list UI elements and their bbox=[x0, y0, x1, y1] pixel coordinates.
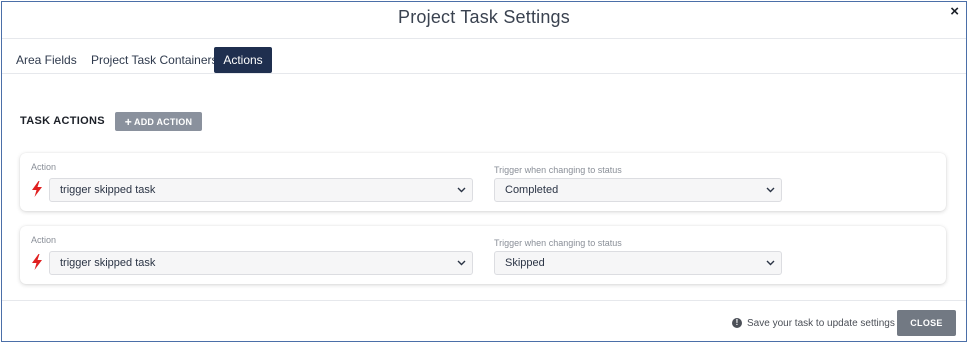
action-label: Action bbox=[31, 162, 57, 172]
tab-area-fields[interactable]: Area Fields bbox=[16, 48, 77, 73]
info-icon: ! bbox=[732, 318, 742, 328]
modal-footer: ! Save your task to update settings CLOS… bbox=[2, 300, 966, 343]
lightning-bolt-icon bbox=[32, 181, 42, 197]
chevron-down-icon bbox=[457, 260, 466, 266]
settings-modal: Project Task Settings × Area Fields Proj… bbox=[1, 1, 967, 342]
close-button[interactable]: CLOSE bbox=[897, 310, 956, 336]
action-card: Action trigger skipped task Trigger when… bbox=[20, 226, 946, 284]
action-select-value: trigger skipped task bbox=[60, 257, 156, 269]
action-select[interactable]: trigger skipped task bbox=[49, 178, 473, 202]
chevron-down-icon bbox=[766, 260, 775, 266]
action-select-value: trigger skipped task bbox=[60, 184, 156, 196]
trigger-select-value: Skipped bbox=[505, 257, 545, 269]
add-action-button[interactable]: + ADD ACTION bbox=[115, 112, 202, 131]
tab-actions[interactable]: Actions bbox=[214, 47, 272, 73]
trigger-select-value: Completed bbox=[505, 184, 559, 196]
lightning-bolt-icon bbox=[32, 254, 42, 270]
plus-icon: + bbox=[124, 115, 133, 129]
trigger-label: Trigger when changing to status bbox=[494, 165, 622, 175]
save-note: Save your task to update settings bbox=[747, 318, 895, 329]
tab-project-task-containers[interactable]: Project Task Containers bbox=[91, 48, 218, 73]
action-select[interactable]: trigger skipped task bbox=[49, 251, 473, 275]
chevron-down-icon bbox=[766, 187, 775, 193]
action-card: Action trigger skipped task Trigger when… bbox=[20, 153, 946, 211]
trigger-status-select[interactable]: Skipped bbox=[494, 251, 782, 275]
modal-title: Project Task Settings bbox=[398, 7, 570, 27]
add-action-label: ADD ACTION bbox=[134, 117, 193, 127]
chevron-down-icon bbox=[457, 187, 466, 193]
close-icon[interactable]: × bbox=[950, 4, 959, 20]
section-title: TASK ACTIONS bbox=[20, 115, 105, 127]
modal-header: Project Task Settings × bbox=[2, 2, 966, 39]
trigger-label: Trigger when changing to status bbox=[494, 238, 622, 248]
tab-bar: Area Fields Project Task Containers Acti… bbox=[2, 39, 966, 74]
action-label: Action bbox=[31, 235, 57, 245]
trigger-status-select[interactable]: Completed bbox=[494, 178, 782, 202]
